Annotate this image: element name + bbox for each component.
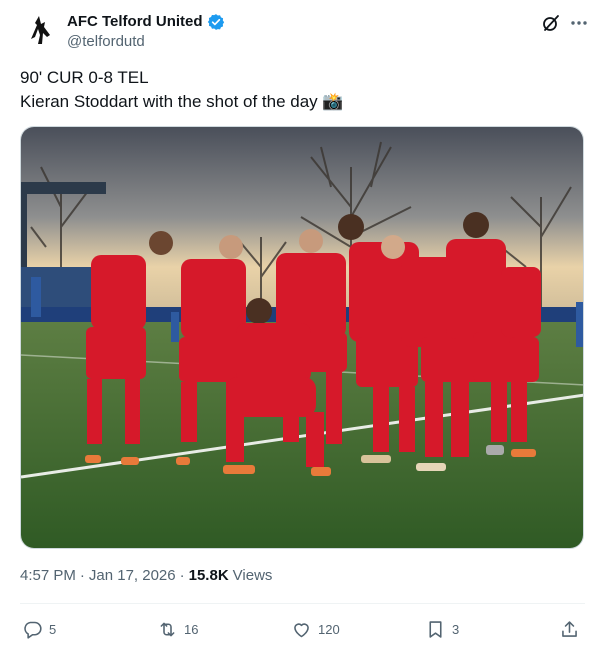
post-time[interactable]: 4:57 PM [20, 567, 76, 584]
author-display-name[interactable]: AFC Telford United [67, 13, 203, 30]
author-handle[interactable]: @telfordutd [67, 33, 225, 50]
like-button[interactable]: 120 [291, 614, 340, 644]
grok-button[interactable] [540, 12, 562, 34]
post-text-line-2-words: Kieran Stoddart with the shot of the day [20, 92, 318, 111]
reply-count: 5 [49, 621, 57, 637]
grok-icon [543, 15, 559, 31]
repost-button[interactable]: 16 [157, 614, 198, 644]
views-count: 15.8K [188, 567, 229, 584]
like-count: 120 [318, 621, 340, 637]
reply-icon [24, 621, 42, 639]
bookmark-count: 3 [452, 621, 460, 637]
repost-count: 16 [184, 621, 199, 637]
post-photo[interactable] [20, 126, 584, 549]
post-date[interactable]: Jan 17, 2026 [89, 567, 176, 584]
bookmark-button[interactable]: 3 [425, 614, 459, 644]
more-icon [571, 21, 587, 25]
post-text: 90' CUR 0-8 TEL Kieran Stoddart with the… [20, 66, 585, 114]
meta-separator: · [79, 567, 85, 584]
post-header: AFC Telford United @telfordutd [20, 10, 590, 56]
divider [20, 603, 585, 604]
avatar[interactable] [20, 10, 60, 50]
post-text-line-1: 90' CUR 0-8 TEL [20, 68, 149, 87]
verified-badge-icon [207, 13, 224, 30]
post-meta: 4:57 PM · Jan 17, 2026 · 15.8K Views [20, 567, 272, 584]
post-text-line-2: Kieran Stoddart with the shot of the day… [20, 90, 585, 114]
meta-separator-2: · [179, 567, 185, 584]
team-celebration-photo [21, 127, 583, 548]
bookmark-icon [429, 620, 442, 638]
share-icon [562, 620, 577, 637]
reply-button[interactable]: 5 [22, 614, 56, 644]
camera-emoji: 📸 [322, 92, 344, 111]
club-crest-icon [31, 16, 50, 44]
action-bar: 5 16 120 3 [20, 614, 585, 644]
repost-icon [160, 622, 175, 636]
views-label: Views [232, 567, 273, 584]
heart-icon [294, 622, 309, 637]
share-button[interactable] [559, 614, 580, 644]
author-names: AFC Telford United @telfordutd [67, 12, 225, 50]
more-button[interactable] [568, 12, 590, 34]
